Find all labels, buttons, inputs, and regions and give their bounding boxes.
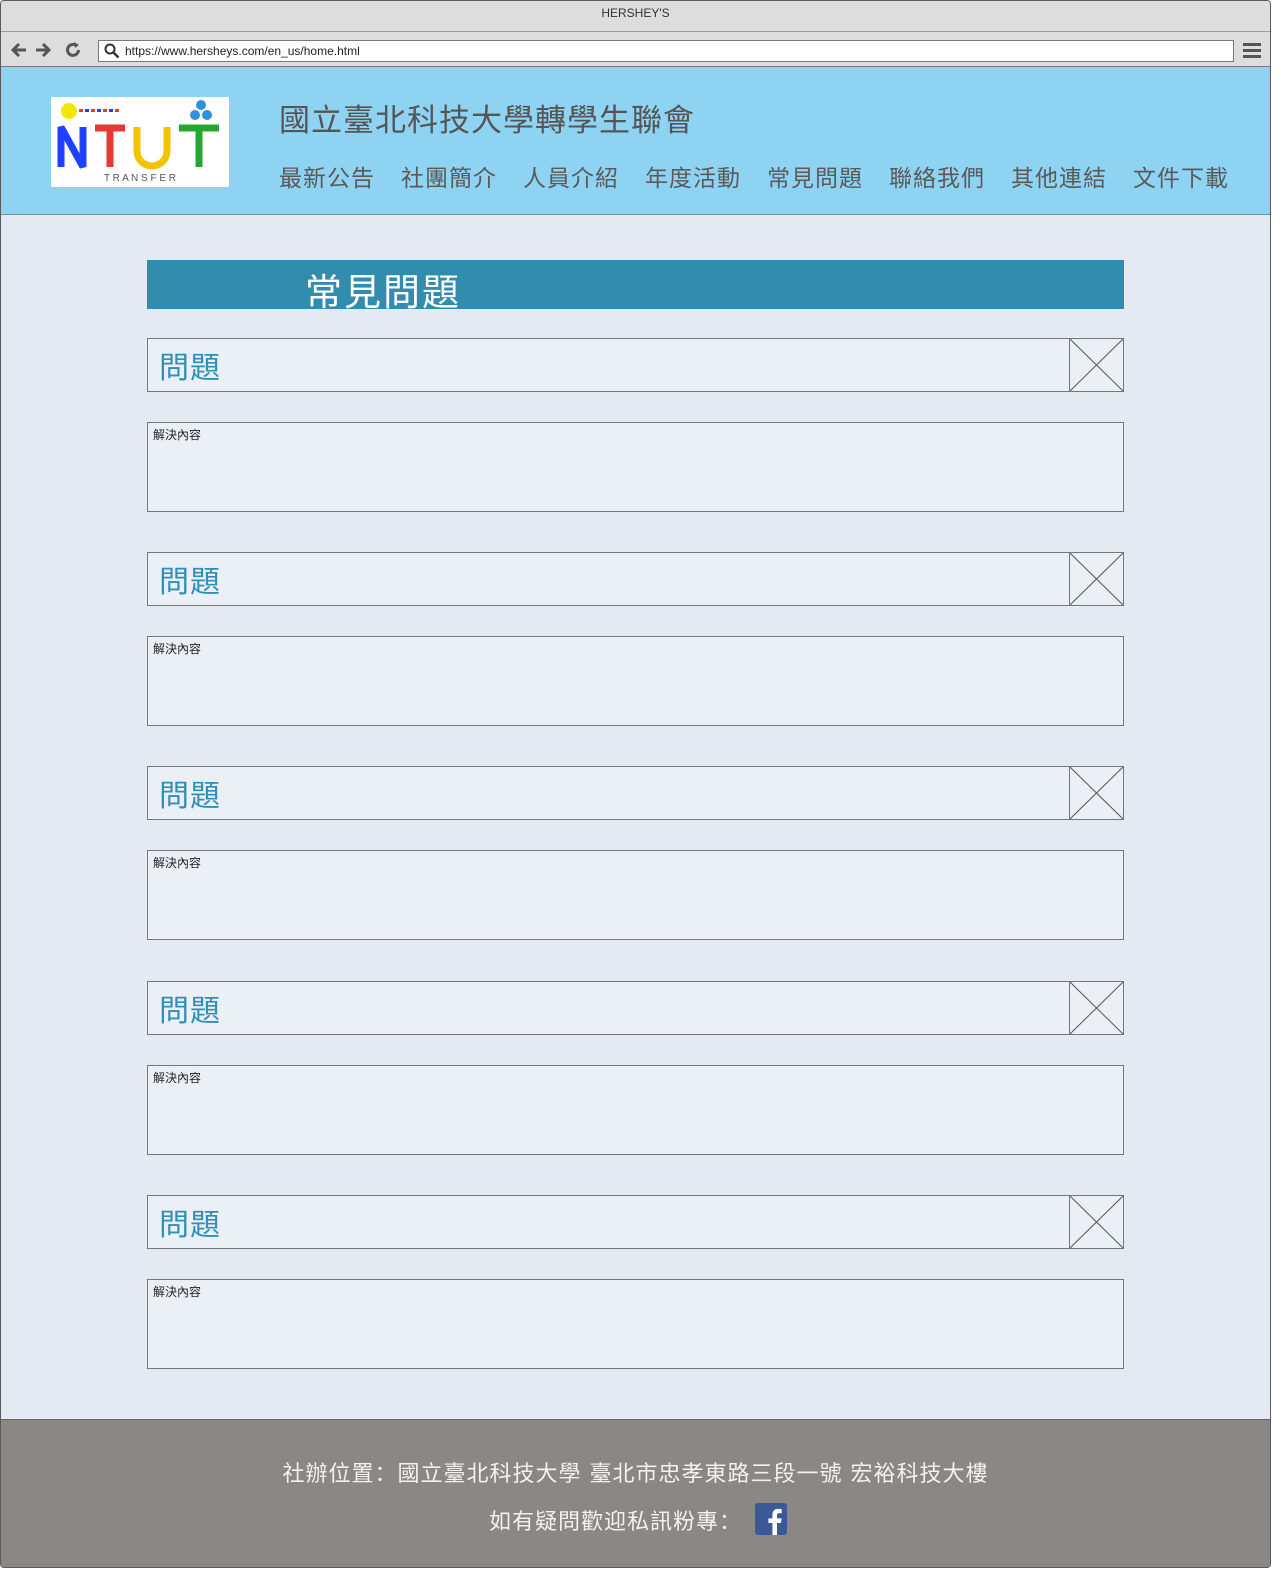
- facebook-icon[interactable]: [755, 1503, 787, 1535]
- page-heading-bar: 常見問題: [147, 260, 1124, 314]
- faq-answer: 解決內容: [147, 636, 1124, 726]
- answer-text: 解決內容: [153, 642, 202, 656]
- image-placeholder-icon[interactable]: [1069, 982, 1123, 1034]
- faq-question[interactable]: 問題: [147, 1195, 1124, 1249]
- question-label: 問題: [159, 565, 221, 600]
- search-icon: [104, 43, 120, 59]
- browser-toolbar: https://www.hersheys.com/en_us/home.html: [1, 32, 1270, 67]
- answer-text: 解決內容: [153, 1071, 202, 1085]
- question-label: 問題: [159, 779, 221, 814]
- nav-item-news[interactable]: 最新公告: [279, 159, 375, 193]
- site-header: T R A N S F E R 國立臺北科技大學轉學生聯會 最新公告 社團簡介 …: [1, 67, 1270, 215]
- logo-subtext: T R A N S F E R: [104, 173, 176, 184]
- faq-answer: 解決內容: [147, 422, 1124, 512]
- nav-item-members[interactable]: 人員介紹: [523, 159, 619, 193]
- question-label: 問題: [159, 351, 221, 386]
- nav-item-contact[interactable]: 聯絡我們: [889, 159, 985, 193]
- nav-item-faq[interactable]: 常見問題: [767, 159, 863, 193]
- faq-answer: 解決內容: [147, 850, 1124, 940]
- faq-question[interactable]: 問題: [147, 981, 1124, 1035]
- site-footer: 社辦位置：國立臺北科技大學 臺北市忠孝東路三段一號 宏裕科技大樓 如有疑問歡迎私…: [1, 1419, 1270, 1567]
- nav-item-other-links[interactable]: 其他連結: [1011, 159, 1107, 193]
- image-placeholder-icon[interactable]: [1069, 1196, 1123, 1248]
- footer-contact: 如有疑問歡迎私訊粉專：: [489, 1510, 743, 1535]
- page-title: 常見問題: [305, 271, 461, 314]
- nav-item-club-intro[interactable]: 社團簡介: [401, 159, 497, 193]
- reload-icon[interactable]: [64, 41, 82, 59]
- faq-question[interactable]: 問題: [147, 766, 1124, 820]
- image-placeholder-icon[interactable]: [1069, 553, 1123, 605]
- faq-question[interactable]: 問題: [147, 338, 1124, 392]
- answer-text: 解決內容: [153, 428, 202, 442]
- faq-question[interactable]: 問題: [147, 552, 1124, 606]
- forward-arrow-icon[interactable]: [34, 41, 52, 59]
- answer-text: 解決內容: [153, 856, 202, 870]
- question-label: 問題: [159, 994, 221, 1029]
- faq-answer: 解決內容: [147, 1279, 1124, 1369]
- image-placeholder-icon[interactable]: [1069, 339, 1123, 391]
- back-arrow-icon[interactable]: [10, 41, 28, 59]
- ntut-transfer-logo[interactable]: T R A N S F E R: [51, 97, 229, 187]
- window-title: HERSHEY'S: [1, 1, 1270, 32]
- image-placeholder-icon[interactable]: [1069, 767, 1123, 819]
- nav-item-annual-events[interactable]: 年度活動: [645, 159, 741, 193]
- nav-item-downloads[interactable]: 文件下載: [1133, 159, 1229, 193]
- site-title: 國立臺北科技大學轉學生聯會: [279, 103, 695, 139]
- footer-location: 社辦位置：國立臺北科技大學 臺北市忠孝東路三段一號 宏裕科技大樓: [282, 1462, 989, 1487]
- browser-window: HERSHEY'S https://www.hersheys.com/en_us…: [0, 0, 1271, 1568]
- address-bar[interactable]: https://www.hersheys.com/en_us/home.html: [98, 40, 1234, 62]
- faq-answer: 解決內容: [147, 1065, 1124, 1155]
- question-label: 問題: [159, 1208, 221, 1243]
- hamburger-menu-icon[interactable]: [1243, 43, 1261, 59]
- answer-text: 解決內容: [153, 1285, 202, 1299]
- main-nav: 最新公告 社團簡介 人員介紹 年度活動 常見問題 聯絡我們 其他連結 文件下載: [279, 159, 1229, 193]
- url-text: https://www.hersheys.com/en_us/home.html: [125, 44, 360, 58]
